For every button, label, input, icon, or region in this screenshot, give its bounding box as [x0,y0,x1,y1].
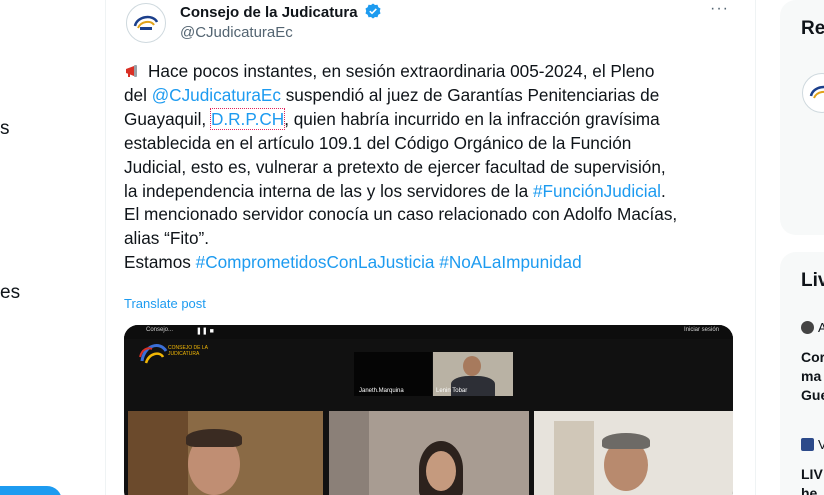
post-text-segment: la independencia interna de las y los se… [124,180,533,201]
post-line: Hace pocos instantes, en sesión extraord… [124,60,744,84]
post-line: alias “Fito”. [124,228,209,249]
video-tile: Lenin Tobar [433,352,513,396]
post-text: Hace pocos instantes, en sesión extraord… [124,60,744,275]
video-topbar: Consejo... ❚❚ ■ Iniciar sesión [124,325,733,339]
trend-headline-line: Gue [801,387,824,403]
author-handle[interactable]: @CJudicaturaEc [180,24,293,41]
avatar[interactable] [126,3,166,43]
trend-headline-line: LIV [801,466,823,482]
verified-badge-icon [365,3,381,19]
post-video[interactable]: Consejo... ❚❚ ■ Iniciar sesión CONSEJO D… [124,325,733,495]
translate-post-link[interactable]: Translate post [124,296,206,311]
post-line: del @CJudicaturaEc suspendió al juez de … [124,84,744,108]
trend-source: V [818,437,824,452]
post-detail: Consejo de la Judicatura @CJudicaturaEc … [105,0,756,495]
more-options-icon[interactable]: ··· [710,0,729,18]
video-tile: Janeth.Marquina [354,352,432,396]
post-text-segment: Estamos [124,252,196,273]
post-line: Judicial, esto es, vulnerar a pretexto d… [124,156,666,177]
trend-meta: A [801,320,824,335]
post-line: establecida en el artículo 109.1 del Cód… [124,132,632,153]
left-navigation: s es [0,0,105,495]
trend-source: A [818,320,824,335]
trend-headline-line: Cor [801,349,824,365]
login-link[interactable]: Iniciar sesión [684,327,719,333]
video-tile [128,411,323,495]
logo-text: CONSEJO DE LA JUDICATURA [168,345,208,357]
pause-icon[interactable]: ❚❚ ■ [196,327,214,335]
curtain [554,421,594,495]
participant-name: Janeth.Marquina [359,388,404,394]
post-line: Guayaquil, D.R.P.CH, quien habría incurr… [124,107,744,132]
judicatura-logo: CONSEJO DE LA JUDICATURA [138,339,218,365]
nav-item-label-fragment[interactable]: s [0,118,10,140]
post-line: Estamos #ComprometidosConLaJusticia #NoA… [124,251,744,275]
initials-highlight: D.R.P.CH [209,107,286,130]
participant-face [426,451,456,491]
hashtag-link[interactable]: #NoALaImpunidad [439,252,581,272]
participant-hair [602,433,650,449]
post-line: la independencia interna de las y los se… [124,180,744,204]
author-name-text[interactable]: Consejo de la Judicatura [180,4,358,21]
trend-headline[interactable]: Cor ma Gue [801,348,824,405]
relevant-people-title: Re [801,18,824,39]
megaphone-icon [126,65,137,77]
source-avatar-icon [801,438,814,451]
participant-head [463,356,481,376]
video-tile [329,411,529,495]
post-line: El mencionado servidor conocía un caso r… [124,204,678,225]
source-avatar-icon [801,321,814,334]
live-section-title: Liv [801,270,824,291]
post-button[interactable] [0,486,62,495]
post-text-segment: Hace pocos instantes, en sesión extraord… [148,61,655,81]
post-text-segment: . [660,180,666,201]
hashtag-link[interactable]: #ComprometidosConLaJusticia [196,252,435,272]
trend-meta: V [801,437,824,452]
post-text-segment: , quien habría incurrido en la infracció… [284,108,660,129]
mention-link[interactable]: @CJudicaturaEc [152,85,281,105]
participant-name: Lenin Tobar [436,388,468,394]
post-text-segment: del [124,84,152,105]
right-sidebar: Re Liv A Cor ma Gue V LIV he [780,0,824,495]
trend-headline-line: he [801,485,818,495]
judicatura-logo-icon [133,15,159,30]
nav-item-label-fragment[interactable]: es [0,282,20,304]
video-tile [534,411,733,495]
doorframe [329,411,369,495]
hashtag-link[interactable]: #FunciónJudicial [533,181,661,201]
post-text-segment: suspendió al juez de Garantías Penitenci… [280,84,660,105]
bookshelf [128,411,188,495]
post-text-segment: Guayaquil, [124,108,211,129]
judicatura-logo-icon [809,85,824,99]
video-title: Consejo... [146,327,174,333]
trend-headline[interactable]: LIV he [801,465,823,495]
trend-headline-line: ma [801,368,822,384]
author-name[interactable]: Consejo de la Judicatura [180,3,381,21]
participant-hair [186,429,242,447]
